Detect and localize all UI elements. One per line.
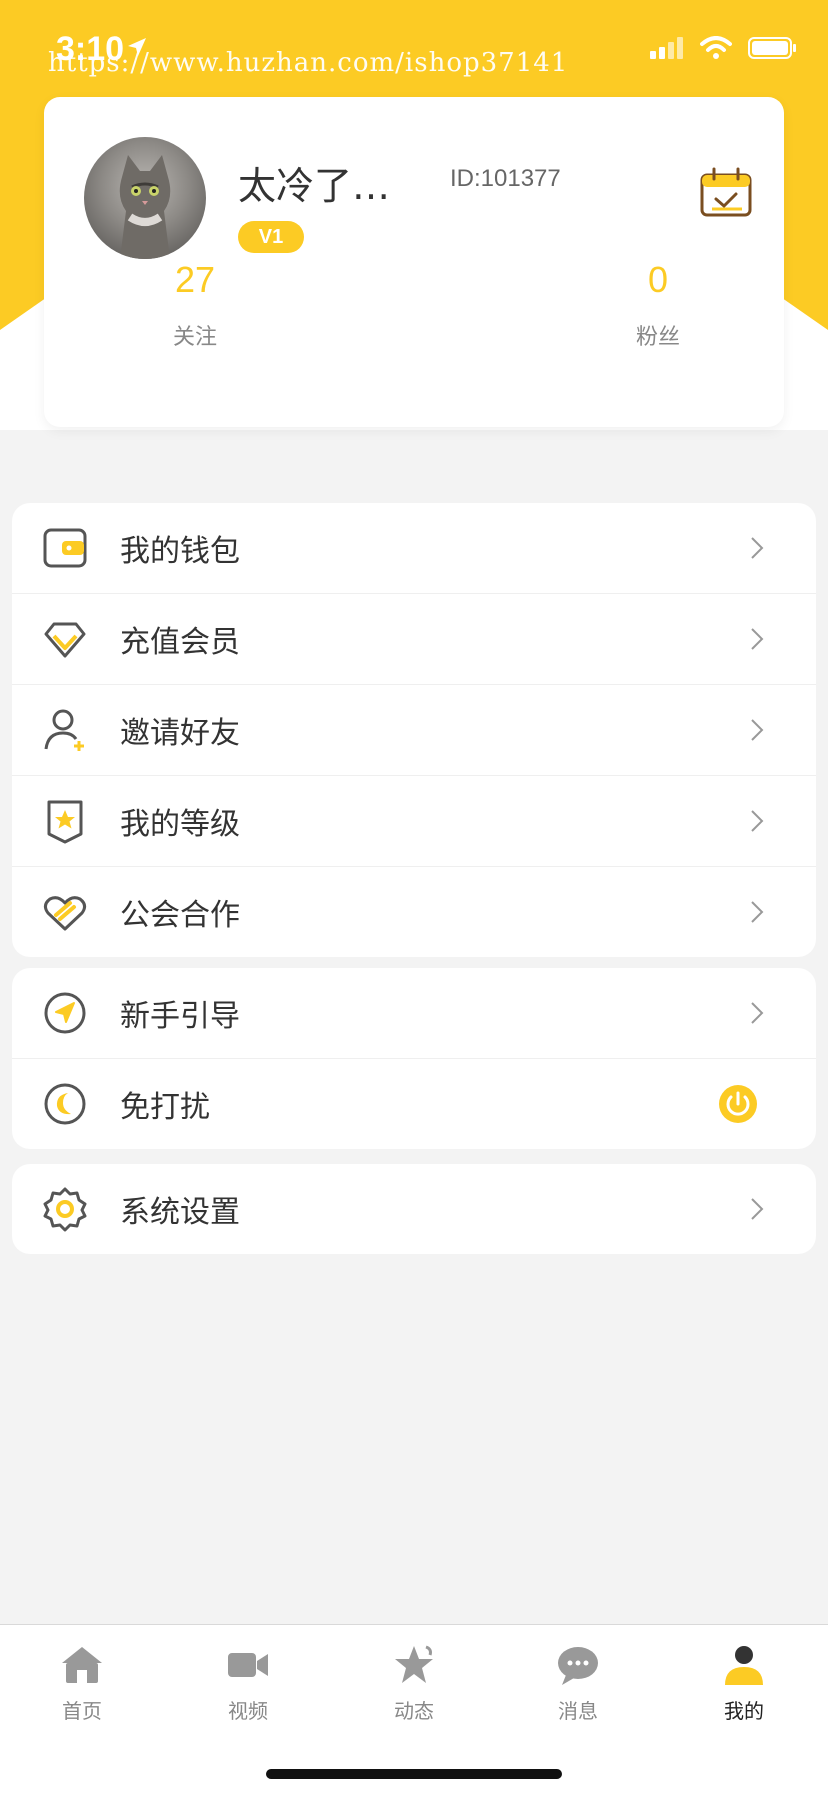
- menu-item-my-level[interactable]: 我的等级: [12, 775, 816, 866]
- power-toggle-icon[interactable]: [718, 1084, 758, 1124]
- following-label: 关注: [172, 325, 217, 350]
- fans-count: 0: [647, 259, 669, 300]
- menu-label: 我的等级: [120, 807, 240, 842]
- user-id: ID:101377: [450, 165, 561, 192]
- tab-label: 视频: [228, 1699, 268, 1723]
- level-badge: V1: [238, 221, 304, 253]
- menu-item-system-settings[interactable]: 系统设置: [12, 1164, 816, 1254]
- menu-label: 充值会员: [120, 625, 240, 660]
- username: 太冷了…: [238, 164, 391, 208]
- calendar-checkin-icon[interactable]: [698, 165, 754, 221]
- menu-label: 公会合作: [120, 898, 240, 933]
- status-icons: [650, 36, 798, 60]
- tab-label: 我的: [724, 1699, 764, 1723]
- home-icon: [62, 1647, 102, 1683]
- gear-icon: [43, 1187, 87, 1232]
- signal-icon: [650, 37, 683, 59]
- menu-label: 免打扰: [120, 1090, 210, 1125]
- menu-group-settings: 系统设置: [12, 1164, 816, 1254]
- home-indicator: [266, 1769, 562, 1779]
- stat-fans[interactable]: 0 粉丝: [588, 259, 728, 351]
- following-count: 27: [174, 259, 216, 300]
- diamond-icon: [44, 622, 86, 658]
- tab-video[interactable]: 视频: [193, 1643, 303, 1724]
- menu-item-beginner-guide[interactable]: 新手引导: [12, 968, 816, 1058]
- menu-item-wallet[interactable]: 我的钱包: [12, 503, 816, 593]
- partnership-icon: [43, 896, 87, 931]
- video-icon: [228, 1653, 268, 1677]
- tab-moments[interactable]: 动态: [359, 1643, 469, 1724]
- menu-item-vip-recharge[interactable]: 充值会员: [12, 593, 816, 684]
- tab-home[interactable]: 首页: [27, 1643, 137, 1724]
- tab-label: 首页: [62, 1699, 102, 1723]
- star-icon: [395, 1645, 433, 1683]
- battery-icon: [748, 37, 796, 59]
- tab-messages[interactable]: 消息: [523, 1643, 633, 1724]
- guide-icon: [44, 992, 86, 1034]
- tab-mine[interactable]: 我的: [689, 1643, 799, 1724]
- menu-group-account: 我的钱包 充值会员 邀请好友 我的等级 公会合作: [12, 503, 816, 957]
- profile-icon: [725, 1646, 763, 1685]
- profile-card: 太冷了… ID:101377 V1 27 关注 0 粉丝: [44, 97, 784, 427]
- add-user-icon: [44, 709, 84, 751]
- menu-label: 我的钱包: [120, 534, 240, 569]
- chevron-right-icon: [751, 810, 764, 832]
- menu-label: 系统设置: [120, 1195, 240, 1230]
- chevron-right-icon: [751, 901, 764, 923]
- menu-item-guild-cooperation[interactable]: 公会合作: [12, 866, 816, 957]
- wallet-icon: [43, 528, 87, 568]
- tab-label: 消息: [558, 1699, 598, 1723]
- status-bar: 3:10 https://www.huzhan.com/ishop37141: [0, 0, 828, 90]
- cat-avatar-icon: [119, 155, 171, 259]
- stat-following[interactable]: 27 关注: [125, 259, 265, 351]
- level-badge-icon: [47, 800, 83, 844]
- chat-icon: [558, 1647, 598, 1685]
- menu-item-invite-friends[interactable]: 邀请好友: [12, 684, 816, 775]
- chevron-right-icon: [751, 537, 764, 559]
- moon-icon: [44, 1083, 86, 1125]
- fans-label: 粉丝: [635, 325, 680, 350]
- bottom-tab-bar: 首页 视频 动态 消息 我的: [0, 1624, 828, 1793]
- tab-label: 动态: [394, 1699, 434, 1723]
- avatar[interactable]: [84, 137, 206, 259]
- menu-item-do-not-disturb[interactable]: 免打扰: [12, 1058, 816, 1149]
- chevron-right-icon: [751, 1198, 764, 1220]
- chevron-right-icon: [751, 719, 764, 741]
- menu-label: 邀请好友: [120, 716, 240, 751]
- menu-group-general: 新手引导 免打扰: [12, 968, 816, 1149]
- watermark-text: https://www.huzhan.com/ishop37141: [48, 48, 569, 78]
- wifi-icon: [700, 36, 732, 59]
- menu-label: 新手引导: [120, 999, 240, 1034]
- chevron-right-icon: [751, 628, 764, 650]
- chevron-right-icon: [751, 1002, 764, 1024]
